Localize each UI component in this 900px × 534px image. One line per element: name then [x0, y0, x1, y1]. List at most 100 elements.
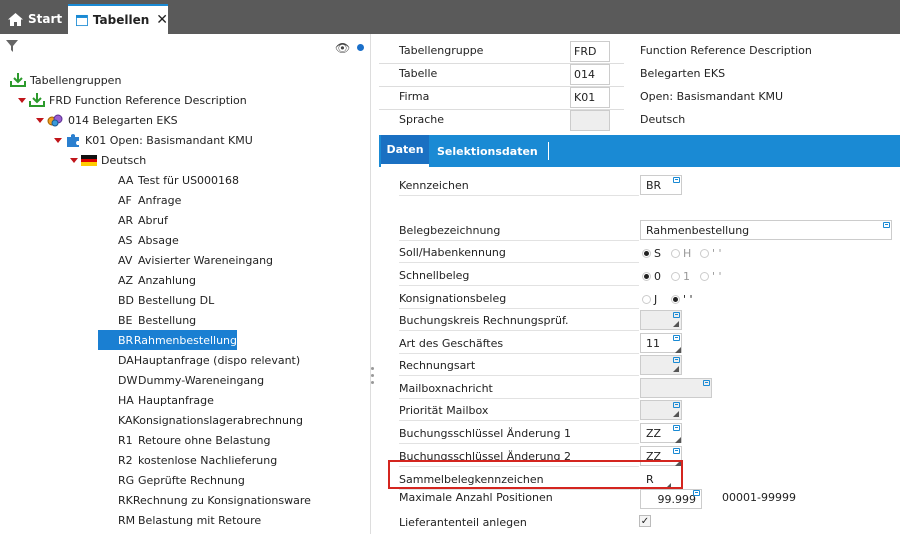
dropdown-icon[interactable] — [673, 411, 679, 417]
header-value: K01 — [570, 87, 610, 108]
divider — [399, 195, 639, 196]
filter-icon[interactable] — [6, 40, 18, 52]
header-row-sprache: Sprache Deutsch — [379, 109, 900, 132]
tree-item-av[interactable]: AV Avisierter Wareneingang — [98, 250, 298, 270]
tree-item-label: Anzahlung — [138, 273, 196, 287]
tree-lang[interactable]: Deutsch — [70, 150, 146, 170]
panel-splitter[interactable] — [370, 34, 378, 534]
header-desc: Belegarten EKS — [640, 67, 726, 80]
field-label: Rechnungsart — [399, 359, 476, 372]
splitter-grip — [371, 381, 374, 384]
radio-1[interactable]: 1 — [671, 270, 690, 283]
field-konsignationsbeleg: Konsignationsbeleg J ' ' — [379, 286, 900, 309]
value-help-icon[interactable] — [673, 425, 680, 431]
tree-item-ka[interactable]: KA Konsignationslagerabrechnung — [98, 410, 303, 430]
tree-item-dw[interactable]: DW Dummy-Wareneingang — [98, 370, 298, 390]
tree-item-code: AR — [118, 213, 134, 227]
field-label: Belegbezeichnung — [399, 224, 501, 237]
belegbezeichnung-input[interactable]: Rahmenbestellung — [640, 220, 892, 240]
field-prioritaet-mailbox: Priorität Mailbox — [379, 398, 900, 421]
value-help-icon[interactable] — [703, 380, 710, 386]
tree-table[interactable]: 014 Belegarten EKS — [36, 110, 178, 130]
tree-item-code: DA — [118, 353, 134, 367]
tree-item-rg[interactable]: RG Geprüfte Rechnung — [98, 470, 298, 490]
tree-item-code: BR — [118, 333, 134, 347]
lieferantenteil-checkbox[interactable]: ✓ — [639, 515, 651, 527]
tree-item-bd[interactable]: BD Bestellung DL — [98, 290, 298, 310]
dropdown-icon[interactable] — [673, 321, 679, 327]
field-buchungsschluessel-1: Buchungsschlüssel Änderung 1 ZZ — [379, 421, 900, 444]
field-buchungskreis: Buchungskreis Rechnungsprüf. — [379, 308, 900, 331]
radio-blank[interactable]: ' ' — [700, 247, 722, 260]
radio-h[interactable]: H — [671, 247, 691, 260]
expand-icon[interactable] — [70, 157, 78, 163]
tab-daten[interactable]: Daten — [381, 135, 429, 167]
tree-item-ar[interactable]: AR Abruf — [98, 210, 298, 230]
field-sollhaben: Soll/Habenkennung S H ' ' — [379, 240, 900, 263]
tree-item-rm[interactable]: RM Belastung mit Retoure — [98, 510, 298, 530]
tree-item-label: Test für US000168 — [138, 173, 240, 187]
tree-item-be[interactable]: BE Bestellung — [98, 310, 298, 330]
field-label: Lieferantenteil anlegen — [399, 516, 527, 529]
field-label: Konsignationsbeleg — [399, 292, 507, 305]
tree-group[interactable]: FRD Function Reference Description — [18, 90, 247, 110]
tree-item-label: Hauptanfrage — [138, 393, 214, 407]
tree-item-r2[interactable]: R2 kostenlose Nachlieferung — [98, 450, 298, 470]
tree-root[interactable]: Tabellengruppen — [10, 70, 121, 90]
mailboxnachricht-input[interactable] — [640, 378, 712, 398]
expand-icon[interactable] — [54, 137, 62, 143]
value-help-icon[interactable] — [673, 402, 680, 408]
tree-item-r1[interactable]: R1 Retoure ohne Belastung — [98, 430, 298, 450]
radio-j[interactable]: J — [642, 293, 657, 306]
radio-blank[interactable]: ' ' — [700, 270, 722, 283]
field-label: Buchungskreis Rechnungsprüf. — [399, 314, 569, 327]
radio-0[interactable]: 0 — [642, 270, 661, 283]
close-icon[interactable]: ✕ — [156, 12, 168, 28]
tab-start[interactable]: Start — [0, 4, 66, 34]
tree-item-code: AV — [118, 253, 133, 267]
splitter-grip — [371, 374, 374, 377]
radio-blank[interactable]: ' ' — [671, 293, 693, 306]
tree-item-label: Geprüfte Rechnung — [138, 473, 245, 487]
tree-firm-label: K01 Open: Basismandant KMU — [85, 133, 253, 147]
value-help-icon[interactable] — [673, 312, 680, 318]
field-art-des-geschaeftes: Art des Geschäftes 11 — [379, 331, 900, 354]
field-label: Schnellbeleg — [399, 269, 470, 282]
dropdown-icon[interactable] — [675, 437, 681, 443]
tree-item-as[interactable]: AS Absage — [98, 230, 298, 250]
tree-item-br[interactable]: BR Rahmenbestellung — [98, 330, 237, 350]
splitter-grip — [371, 367, 374, 370]
puzzle-icon — [67, 134, 79, 147]
value-help-icon[interactable] — [673, 357, 680, 363]
tab-tabellen[interactable]: Tabellen ✕ — [68, 4, 168, 34]
tree-item-ha[interactable]: HA Hauptanfrage — [98, 390, 298, 410]
field-label: Art des Geschäftes — [399, 337, 504, 350]
tree-firm[interactable]: K01 Open: Basismandant KMU — [54, 130, 253, 150]
field-max-positionen: Maximale Anzahl Positionen 99.999 00001-… — [379, 489, 900, 512]
tree-item-af[interactable]: AF Anfrage — [98, 190, 298, 210]
field-label: Mailboxnachricht — [399, 382, 493, 395]
header-label: Tabelle — [399, 67, 438, 80]
tree-root-label: Tabellengruppen — [30, 73, 122, 87]
highlight-box — [388, 460, 683, 489]
value-help-icon[interactable] — [673, 448, 680, 454]
value-help-icon[interactable] — [673, 177, 680, 183]
tree-item-label: Absage — [138, 233, 179, 247]
tree-lang-label: Deutsch — [101, 153, 147, 167]
dropdown-icon[interactable] — [673, 366, 679, 372]
window-icon — [76, 14, 88, 26]
binoculars-icon[interactable]: 👁 — [335, 41, 350, 55]
value-help-icon[interactable] — [693, 490, 700, 496]
value-help-icon[interactable] — [673, 335, 680, 341]
value-help-icon[interactable] — [883, 222, 890, 228]
tree-toolbar: 👁 — [0, 34, 370, 58]
tree-item-rk[interactable]: RK Rechnung zu Konsignationsware — [98, 490, 311, 510]
expand-icon[interactable] — [18, 97, 26, 103]
tree-item-az[interactable]: AZ Anzahlung — [98, 270, 298, 290]
tree-item-da[interactable]: DA Hauptanfrage (dispo relevant) — [98, 350, 300, 370]
radio-s[interactable]: S — [642, 247, 661, 260]
download-icon — [10, 73, 26, 87]
tab-selektionsdaten[interactable]: Selektionsdaten — [437, 142, 549, 160]
tree-item-aa[interactable]: AA Test für US000168 — [98, 170, 298, 190]
expand-icon[interactable] — [36, 117, 44, 123]
